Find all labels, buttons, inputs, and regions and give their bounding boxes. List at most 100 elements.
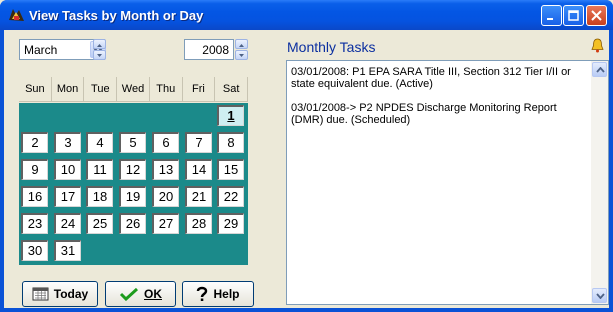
spin-down-icon[interactable] [235,50,248,60]
window-title: View Tasks by Month or Day [29,8,204,23]
today-label: Today [53,287,89,301]
weekday-label: Mon [51,77,85,102]
calendar-cell [215,238,246,263]
help-button[interactable]: Help [182,281,254,307]
day-button[interactable]: 14 [185,159,212,180]
day-button[interactable]: 12 [119,159,146,180]
calendar-cell [84,103,115,128]
today-button[interactable]: Today [22,281,98,307]
day-button[interactable]: 5 [119,132,146,153]
day-button[interactable]: 29 [217,213,244,234]
spin-up-icon[interactable] [93,39,106,49]
close-icon [591,10,602,21]
tasks-text: 03/01/2008: P1 EPA SARA Title III, Secti… [291,66,588,138]
day-button[interactable]: 8 [217,132,244,153]
scroll-down-icon[interactable] [592,288,607,303]
day-button[interactable]: 10 [54,159,81,180]
tasks-list[interactable]: 03/01/2008: P1 EPA SARA Title III, Secti… [286,60,609,305]
calendar-cell: 30 [19,238,50,263]
day-button[interactable]: 31 [54,240,81,261]
day-button[interactable]: 7 [185,132,212,153]
maximize-button[interactable] [563,5,584,26]
calendar-icon [32,287,49,301]
calendar-cell: 21 [183,184,214,209]
close-button[interactable] [586,5,607,26]
day-button[interactable]: 24 [54,213,81,234]
day-button[interactable]: 19 [119,186,146,207]
calendar-cell [117,238,148,263]
day-button[interactable]: 17 [54,186,81,207]
calendar-cell [150,238,181,263]
year-spinner[interactable] [235,39,248,60]
day-button[interactable]: 15 [217,159,244,180]
day-button[interactable]: 23 [21,213,48,234]
calendar-cell [150,103,181,128]
day-button[interactable]: 4 [86,132,113,153]
year-field[interactable]: 2008 [184,39,234,60]
day-button[interactable]: 2 [21,132,48,153]
calendar-cell: 8 [215,130,246,155]
calendar-cell: 7 [183,130,214,155]
day-button[interactable]: 21 [185,186,212,207]
spin-up-icon[interactable] [235,39,248,49]
day-button[interactable]: 28 [185,213,212,234]
tasks-title: Monthly Tasks [287,39,376,55]
day-button[interactable]: 9 [21,159,48,180]
calendar-cell [52,103,83,128]
weekday-label: Tue [84,77,118,102]
day-button[interactable]: 16 [21,186,48,207]
day-button[interactable]: 18 [86,186,113,207]
day-button[interactable]: 22 [217,186,244,207]
calendar-cell: 31 [52,238,83,263]
calendar-cell: 27 [150,211,181,236]
ok-button[interactable]: OK [105,281,176,307]
help-label: Help [213,287,240,301]
calendar-cell: 1 [215,103,246,128]
bell-icon[interactable] [591,38,604,56]
scroll-up-icon[interactable] [592,62,607,77]
dialog-body: March 2008 Sun Mon Tue Wed Thu Fri Sat 1… [4,30,609,308]
day-button[interactable]: 26 [119,213,146,234]
day-button[interactable]: 13 [152,159,179,180]
weekday-label: Sat [215,77,249,102]
calendar-cell: 9 [19,157,50,182]
calendar-cell: 23 [19,211,50,236]
month-spinner[interactable] [93,39,106,60]
calendar-cell: 19 [117,184,148,209]
day-button[interactable]: 6 [152,132,179,153]
day-button[interactable]: 30 [21,240,48,261]
day-button[interactable]: 11 [86,159,113,180]
calendar-cell: 2 [19,130,50,155]
vertical-scrollbar[interactable] [591,61,608,304]
calendar-cell: 12 [117,157,148,182]
day-button[interactable]: 3 [54,132,81,153]
calendar-cell: 18 [84,184,115,209]
month-value: March [24,43,58,57]
day-button[interactable]: 1 [217,105,244,126]
app-icon [8,7,25,23]
day-button[interactable]: 27 [152,213,179,234]
calendar-cell: 29 [215,211,246,236]
calendar-cell: 4 [84,130,115,155]
calendar-cell: 24 [52,211,83,236]
checkmark-icon [119,287,139,301]
calendar-cell: 20 [150,184,181,209]
minimize-button[interactable] [541,5,562,26]
calendar-cell: 17 [52,184,83,209]
day-button[interactable]: 25 [86,213,113,234]
task-entry[interactable]: 03/01/2008: P1 EPA SARA Title III, Secti… [291,66,588,90]
title-bar[interactable]: View Tasks by Month or Day [0,0,613,30]
calendar-cell: 3 [52,130,83,155]
calendar-cell: 10 [52,157,83,182]
calendar-cell: 6 [150,130,181,155]
window: View Tasks by Month or Day March 2008 Su… [0,0,613,312]
task-entry[interactable]: 03/01/2008-> P2 NPDES Discharge Monitori… [291,102,588,126]
calendar-cell: 25 [84,211,115,236]
calendar-cell: 16 [19,184,50,209]
day-button[interactable]: 20 [152,186,179,207]
calendar-cell: 15 [215,157,246,182]
weekday-label: Wed [117,77,150,102]
spin-down-icon[interactable] [93,50,106,60]
weekday-label: Thu [149,77,183,102]
weekday-header: Sun Mon Tue Wed Thu Fri Sat [19,77,249,102]
